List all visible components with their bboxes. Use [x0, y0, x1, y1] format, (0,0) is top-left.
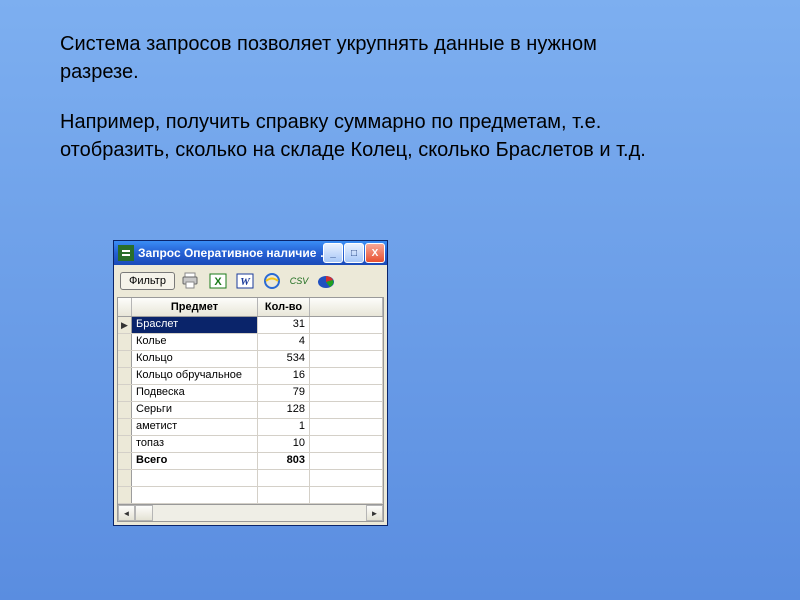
cell-item[interactable]: Браслет [132, 317, 258, 333]
print-icon[interactable] [180, 270, 202, 292]
table-row[interactable]: Колье4 [118, 334, 383, 351]
table-row[interactable]: ▶Браслет31 [118, 317, 383, 334]
window-controls: _ □ X [323, 243, 385, 263]
scroll-track[interactable] [135, 505, 366, 521]
scroll-right-button[interactable]: ► [366, 505, 383, 521]
app-window: Запрос Оперативное наличие … _ □ X Фильт… [113, 240, 388, 526]
cell-item[interactable]: Колье [132, 334, 258, 350]
app-icon [118, 245, 134, 261]
cell-item[interactable]: аметист [132, 419, 258, 435]
scroll-thumb[interactable] [135, 505, 153, 521]
cell-rest [310, 334, 383, 350]
table-row[interactable]: аметист1 [118, 419, 383, 436]
cell-item[interactable]: Серьги [132, 402, 258, 418]
table-row[interactable]: Кольцо534 [118, 351, 383, 368]
cell-rest [310, 419, 383, 435]
grid-header: Предмет Кол-во [118, 298, 383, 317]
row-marker [118, 368, 132, 384]
table-row[interactable]: топаз10 [118, 436, 383, 453]
header-rest [310, 298, 383, 316]
slide-paragraph-1: Система запросов позволяет укрупнять дан… [60, 30, 660, 86]
slide-text: Система запросов позволяет укрупнять дан… [60, 30, 660, 186]
maximize-button[interactable]: □ [344, 243, 364, 263]
row-marker [118, 436, 132, 452]
slide-paragraph-2: Например, получить справку суммарно по п… [60, 108, 660, 164]
horizontal-scrollbar[interactable]: ◄ ► [117, 505, 384, 522]
cell-rest [310, 385, 383, 401]
table-row-empty [118, 470, 383, 487]
cell-rest [310, 317, 383, 333]
table-row-empty [118, 487, 383, 504]
word-icon[interactable]: W [234, 270, 256, 292]
header-marker[interactable] [118, 298, 132, 316]
row-marker [118, 419, 132, 435]
window-title: Запрос Оперативное наличие … [138, 246, 323, 260]
filter-button[interactable]: Фильтр [120, 272, 175, 290]
cell-rest [310, 368, 383, 384]
cell-item[interactable]: Кольцо [132, 351, 258, 367]
toolbar: Фильтр X W CSV [114, 265, 387, 297]
total-label: Всего [132, 453, 258, 469]
cell-qty[interactable]: 128 [258, 402, 310, 418]
table-row[interactable]: Подвеска79 [118, 385, 383, 402]
data-grid[interactable]: Предмет Кол-во ▶Браслет31Колье4Кольцо534… [117, 297, 384, 505]
cell-qty[interactable]: 534 [258, 351, 310, 367]
chart-icon[interactable] [315, 270, 337, 292]
header-qty[interactable]: Кол-во [258, 298, 310, 316]
minimize-button[interactable]: _ [323, 243, 343, 263]
row-marker: ▶ [118, 317, 132, 333]
total-qty: 803 [258, 453, 310, 469]
cell-item[interactable]: Подвеска [132, 385, 258, 401]
svg-text:CSV: CSV [290, 276, 310, 286]
row-marker [118, 402, 132, 418]
titlebar[interactable]: Запрос Оперативное наличие … _ □ X [114, 241, 387, 265]
cell-qty[interactable]: 79 [258, 385, 310, 401]
row-marker [118, 351, 132, 367]
cell-qty[interactable]: 1 [258, 419, 310, 435]
cell-qty[interactable]: 31 [258, 317, 310, 333]
svg-text:W: W [240, 276, 251, 288]
table-total-row: Всего803 [118, 453, 383, 470]
svg-text:X: X [214, 276, 222, 288]
ie-icon[interactable] [261, 270, 283, 292]
cell-qty[interactable]: 10 [258, 436, 310, 452]
table-row[interactable]: Серьги128 [118, 402, 383, 419]
cell-rest [310, 436, 383, 452]
scroll-left-button[interactable]: ◄ [118, 505, 135, 521]
csv-icon[interactable]: CSV [288, 270, 310, 292]
row-marker [118, 453, 132, 469]
header-item[interactable]: Предмет [132, 298, 258, 316]
row-marker [118, 385, 132, 401]
close-button[interactable]: X [365, 243, 385, 263]
cell-rest [310, 402, 383, 418]
row-marker [118, 334, 132, 350]
cell-qty[interactable]: 16 [258, 368, 310, 384]
cell-qty[interactable]: 4 [258, 334, 310, 350]
cell-item[interactable]: Кольцо обручальное [132, 368, 258, 384]
table-row[interactable]: Кольцо обручальное16 [118, 368, 383, 385]
cell-item[interactable]: топаз [132, 436, 258, 452]
cell-rest [310, 351, 383, 367]
excel-icon[interactable]: X [207, 270, 229, 292]
